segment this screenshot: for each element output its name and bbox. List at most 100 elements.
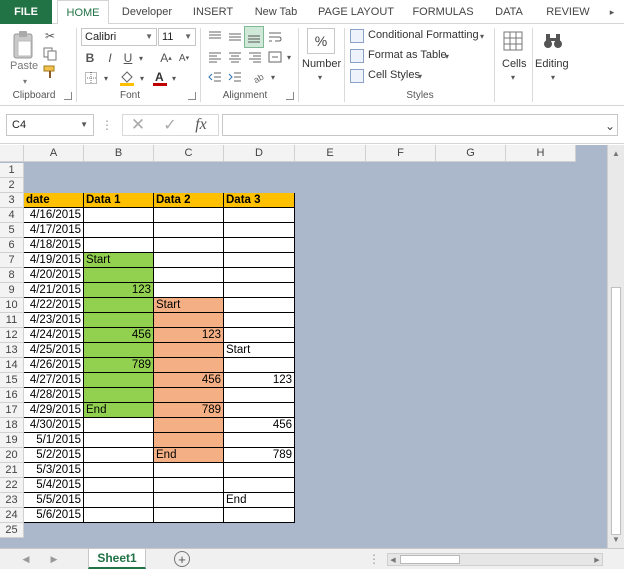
row-header[interactable]: 4 [0,208,24,223]
row-header[interactable]: 22 [0,478,24,493]
table-cell[interactable] [84,478,154,493]
tab-new-tab[interactable]: New Tab [248,0,304,24]
paste-dropdown-icon[interactable]: ▾ [20,76,30,86]
table-cell[interactable] [84,508,154,523]
table-cell[interactable] [154,238,224,253]
table-cell[interactable] [154,508,224,523]
row-header[interactable]: 9 [0,283,24,298]
table-cell[interactable] [154,343,224,358]
horizontal-scrollbar[interactable]: ◀ ▶ [387,553,603,566]
tab-insert[interactable]: INSERT [187,0,239,24]
alignment-launcher-icon[interactable] [286,92,294,100]
borders-icon[interactable] [83,70,99,86]
sheet-tab-sheet1[interactable]: Sheet1 [88,549,146,569]
cells-icon[interactable] [501,28,525,54]
table-cell[interactable] [224,328,295,343]
copy-icon[interactable] [42,46,58,62]
row-header[interactable]: 13 [0,343,24,358]
table-cell[interactable]: 5/1/2015 [24,433,84,448]
table-cell[interactable]: Data 1 [84,193,154,208]
table-cell[interactable]: 789 [224,448,295,463]
decrease-font-icon[interactable]: A ▾ [176,50,192,66]
table-cell[interactable] [224,283,295,298]
table-cell[interactable] [224,223,295,238]
scroll-up-icon[interactable]: ▲ [610,147,622,159]
scroll-right-icon[interactable]: ▶ [592,554,602,565]
table-cell[interactable] [154,223,224,238]
table-cell[interactable]: 5/2/2015 [24,448,84,463]
cells-button-label[interactable]: Cells [502,58,526,70]
underline-dropdown-icon[interactable]: ▾ [136,50,146,66]
borders-dropdown-icon[interactable]: ▾ [101,70,111,86]
row-header[interactable]: 1 [0,163,24,178]
row-header[interactable]: 6 [0,238,24,253]
scroll-left-icon[interactable]: ◀ [388,554,398,565]
paste-label[interactable]: Paste [10,60,38,72]
table-cell[interactable]: End [84,403,154,418]
table-cell[interactable]: Data 3 [224,193,295,208]
number-button-label[interactable]: Number [302,58,341,70]
table-cell[interactable]: 4/24/2015 [24,328,84,343]
font-color-dropdown-icon[interactable]: ▾ [169,70,179,86]
tab-formulas[interactable]: FORMULAS [408,0,478,24]
table-cell[interactable] [224,253,295,268]
row-header[interactable]: 3 [0,193,24,208]
conditional-formatting-button[interactable]: Conditional Formatting [368,29,479,41]
cell-styles-dropdown-icon[interactable]: ▾ [416,69,424,83]
table-cell[interactable]: 456 [154,373,224,388]
table-cell[interactable] [224,508,295,523]
table-cell[interactable]: Start [154,298,224,313]
clipboard-launcher-icon[interactable] [64,92,72,100]
table-cell[interactable]: 4/26/2015 [24,358,84,373]
table-cell[interactable] [154,388,224,403]
table-cell[interactable]: 4/19/2015 [24,253,84,268]
tab-page-layout[interactable]: PAGE LAYOUT [313,0,399,24]
table-cell[interactable] [84,463,154,478]
table-cell[interactable]: 4/18/2015 [24,238,84,253]
vertical-scrollbar[interactable]: ▲ ▼ [607,145,624,548]
table-cell[interactable] [154,253,224,268]
table-cell[interactable] [84,313,154,328]
row-header[interactable]: 24 [0,508,24,523]
expand-formula-bar-icon[interactable]: ⌄ [602,118,618,134]
increase-font-icon[interactable]: A ▴ [158,50,174,66]
column-header[interactable]: A [24,145,84,162]
more-options-icon[interactable]: ⋮ [368,552,380,566]
table-cell[interactable] [224,478,295,493]
table-cell[interactable] [84,208,154,223]
row-header[interactable]: 16 [0,388,24,403]
fill-color-dropdown-icon[interactable]: ▾ [137,70,147,86]
table-cell[interactable]: 4/21/2015 [24,283,84,298]
table-cell[interactable]: 456 [84,328,154,343]
row-header[interactable]: 12 [0,328,24,343]
tab-home[interactable]: HOME [57,0,109,25]
row-header[interactable]: 10 [0,298,24,313]
row-header[interactable]: 17 [0,403,24,418]
table-cell[interactable] [84,238,154,253]
row-header[interactable]: 20 [0,448,24,463]
table-cell[interactable]: 5/6/2015 [24,508,84,523]
align-center-icon[interactable] [226,48,244,66]
paste-icon[interactable] [8,28,38,62]
row-header[interactable]: 15 [0,373,24,388]
table-cell[interactable] [154,463,224,478]
table-cell[interactable]: Data 2 [154,193,224,208]
table-cell[interactable]: 4/28/2015 [24,388,84,403]
table-cell[interactable] [224,403,295,418]
table-cell[interactable]: 4/25/2015 [24,343,84,358]
enter-icon[interactable]: ✓ [159,116,181,134]
align-right-icon[interactable] [246,48,264,66]
table-cell[interactable]: Start [224,343,295,358]
table-cell[interactable] [154,418,224,433]
column-header[interactable]: F [366,145,436,162]
table-cell[interactable] [154,478,224,493]
row-header[interactable]: 14 [0,358,24,373]
table-cell[interactable]: date [24,193,84,208]
format-as-table-button[interactable]: Format as Table [368,49,447,61]
number-dropdown-icon[interactable]: ▾ [315,72,325,82]
table-cell[interactable]: 4/29/2015 [24,403,84,418]
select-all-corner[interactable] [0,145,24,162]
font-name-combo[interactable]: Calibri ▼ [81,28,157,46]
more-tabs-icon[interactable]: ▸ [604,4,620,20]
cell-styles-button[interactable]: Cell Styles [368,69,420,81]
